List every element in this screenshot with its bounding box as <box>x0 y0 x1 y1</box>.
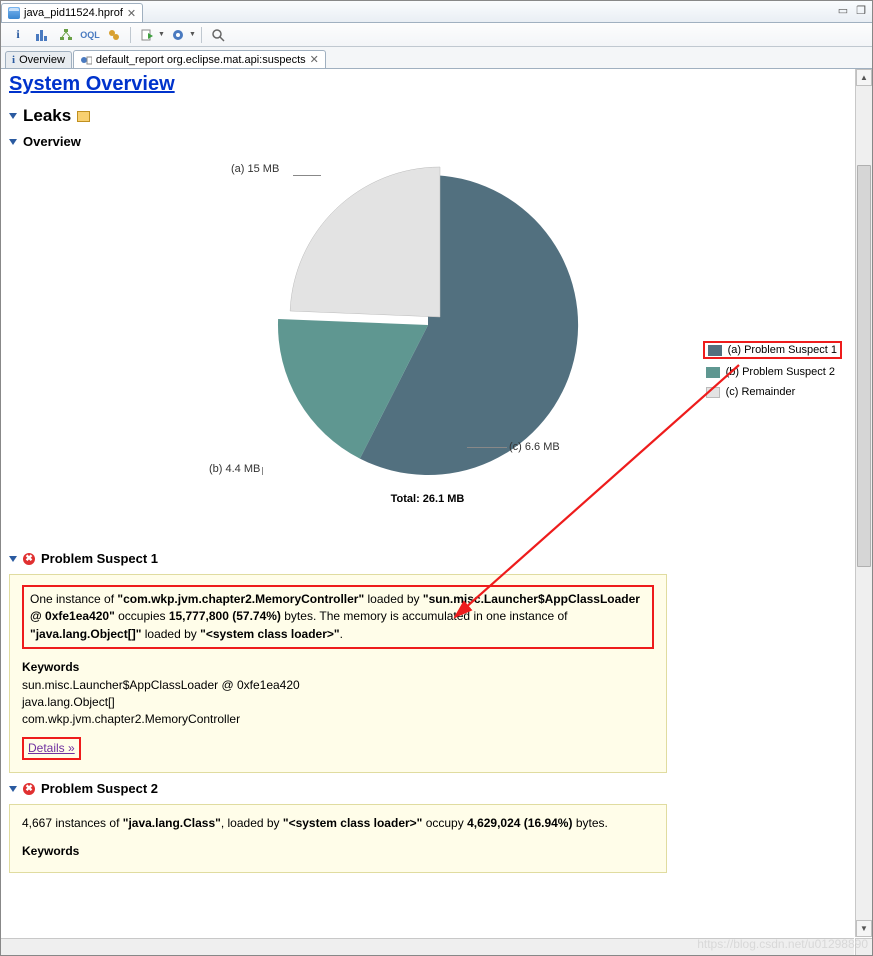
text: instances of <box>52 816 123 830</box>
section-overview: Overview <box>9 134 846 149</box>
close-icon[interactable]: ✕ <box>127 7 136 20</box>
minimize-icon[interactable]: ▭ <box>838 4 848 17</box>
class-name: "com.wkp.jvm.chapter2.MemoryController" <box>117 592 364 606</box>
twistie-icon[interactable] <box>9 139 17 145</box>
text: occupy <box>422 816 467 830</box>
suspect-2-summary: 4,667 instances of "java.lang.Class", lo… <box>22 815 654 832</box>
keyword: java.lang.Object[] <box>22 694 654 711</box>
text: loaded by <box>141 627 200 641</box>
toolbar: i OQL ▼ ▼ <box>1 23 872 47</box>
legend-label: (a) Problem Suspect 1 <box>728 344 837 356</box>
tab-suspects-report[interactable]: default_report org.eclipse.mat.api:suspe… <box>73 50 326 68</box>
error-icon: ✖ <box>23 553 35 565</box>
section-title: Leaks <box>23 106 71 126</box>
chart-total: Total: 26.1 MB <box>9 493 846 505</box>
bytes: 15,777,800 (57.74%) <box>169 609 281 623</box>
leak-icon <box>77 111 90 122</box>
section-suspect-2: ✖ Problem Suspect 2 <box>9 781 846 796</box>
slice-label-c: (c) 6.6 MB <box>509 441 560 453</box>
text: loaded by <box>364 592 423 606</box>
run-report-button[interactable] <box>136 25 158 45</box>
twistie-icon[interactable] <box>9 556 17 562</box>
section-suspect-1: ✖ Problem Suspect 1 <box>9 551 846 566</box>
section-leaks: Leaks <box>9 106 846 126</box>
class-name: "java.lang.Class" <box>123 816 221 830</box>
scroll-thumb[interactable] <box>857 165 871 567</box>
search-button[interactable] <box>207 25 229 45</box>
count: 4,667 <box>22 816 52 830</box>
chart-legend: (a) Problem Suspect 1 (b) Problem Suspec… <box>703 341 842 405</box>
section-title: Problem Suspect 1 <box>41 551 158 566</box>
keywords-title: Keywords <box>22 843 654 860</box>
report-tabs: i Overview default_report org.eclipse.ma… <box>1 47 872 69</box>
report-icon <box>80 54 92 66</box>
query-browser-button[interactable] <box>167 25 189 45</box>
keyword: sun.misc.Launcher$AppClassLoader @ 0xfe1… <box>22 677 654 694</box>
text: occupies <box>115 609 169 623</box>
dropdown-arrow-icon[interactable]: ▼ <box>189 31 196 38</box>
slice-label-b: (b) 4.4 MB <box>209 463 260 475</box>
slice-label-a: (a) 15 MB <box>231 163 279 175</box>
editor-tab-bar: java_pid11524.hprof ✕ ▭ ❐ <box>1 1 872 23</box>
details-link[interactable]: Details » <box>28 740 75 757</box>
bytes: 4,629,024 (16.94%) <box>467 816 572 830</box>
legend-item-a[interactable]: (a) Problem Suspect 1 <box>703 341 842 359</box>
section-title: Overview <box>23 134 81 149</box>
class-name: "java.lang.Object[]" <box>30 627 141 641</box>
info-icon: i <box>12 54 15 66</box>
suspect-1-summary: One instance of "com.wkp.jvm.chapter2.Me… <box>22 585 654 649</box>
heap-dump-icon <box>8 7 20 19</box>
text: One instance of <box>30 592 117 606</box>
scroll-up-icon[interactable]: ▲ <box>856 69 872 86</box>
thread-button[interactable] <box>103 25 125 45</box>
editor-tab[interactable]: java_pid11524.hprof ✕ <box>1 3 143 22</box>
close-icon[interactable]: ✕ <box>310 53 319 66</box>
window-controls: ▭ ❐ <box>838 4 866 17</box>
swatch-icon <box>706 367 720 378</box>
report-content: System Overview Leaks Overview (a) 15 MB… <box>1 69 854 937</box>
details-highlight: Details » <box>22 737 81 760</box>
error-icon: ✖ <box>23 783 35 795</box>
legend-item-c[interactable]: (c) Remainder <box>703 385 842 399</box>
maximize-icon[interactable]: ❐ <box>856 4 866 17</box>
legend-label: (b) Problem Suspect 2 <box>726 366 835 378</box>
text: bytes. The memory is accumulated in one … <box>281 609 568 623</box>
loader-name: "<system class loader>" <box>283 816 422 830</box>
system-overview-link[interactable]: System Overview <box>9 73 846 96</box>
editor-tab-label: java_pid11524.hprof <box>24 7 123 19</box>
scroll-down-icon[interactable]: ▼ <box>856 920 872 937</box>
histogram-button[interactable] <box>31 25 53 45</box>
dropdown-arrow-icon[interactable]: ▼ <box>158 31 165 38</box>
text: bytes. <box>572 816 607 830</box>
watermark: https://blog.csdn.net/u01298890 <box>697 937 868 951</box>
tab-label: default_report org.eclipse.mat.api:suspe… <box>96 54 306 66</box>
twistie-icon[interactable] <box>9 113 17 119</box>
tab-overview[interactable]: i Overview <box>5 51 72 68</box>
suspect-2-box: 4,667 instances of "java.lang.Class", lo… <box>9 804 667 873</box>
oql-button[interactable]: OQL <box>79 25 101 45</box>
swatch-icon <box>708 345 722 356</box>
text: . <box>340 627 343 641</box>
tab-label: Overview <box>19 54 65 66</box>
swatch-icon <box>706 387 720 398</box>
twistie-icon[interactable] <box>9 786 17 792</box>
vertical-scrollbar[interactable]: ▲ ▼ <box>855 69 872 937</box>
legend-label: (c) Remainder <box>726 386 796 398</box>
legend-item-b[interactable]: (b) Problem Suspect 2 <box>703 365 842 379</box>
loader-name: "<system class loader>" <box>200 627 339 641</box>
pie-chart: (a) 15 MB (b) 4.4 MB (c) 6.6 MB Total: 2… <box>9 155 846 525</box>
suspect-1-box: One instance of "com.wkp.jvm.chapter2.Me… <box>9 574 667 773</box>
keyword: com.wkp.jvm.chapter2.MemoryController <box>22 711 654 728</box>
dominator-tree-button[interactable] <box>55 25 77 45</box>
section-title: Problem Suspect 2 <box>41 781 158 796</box>
info-button[interactable]: i <box>7 25 29 45</box>
text: , loaded by <box>221 816 283 830</box>
keywords-title: Keywords <box>22 659 654 676</box>
